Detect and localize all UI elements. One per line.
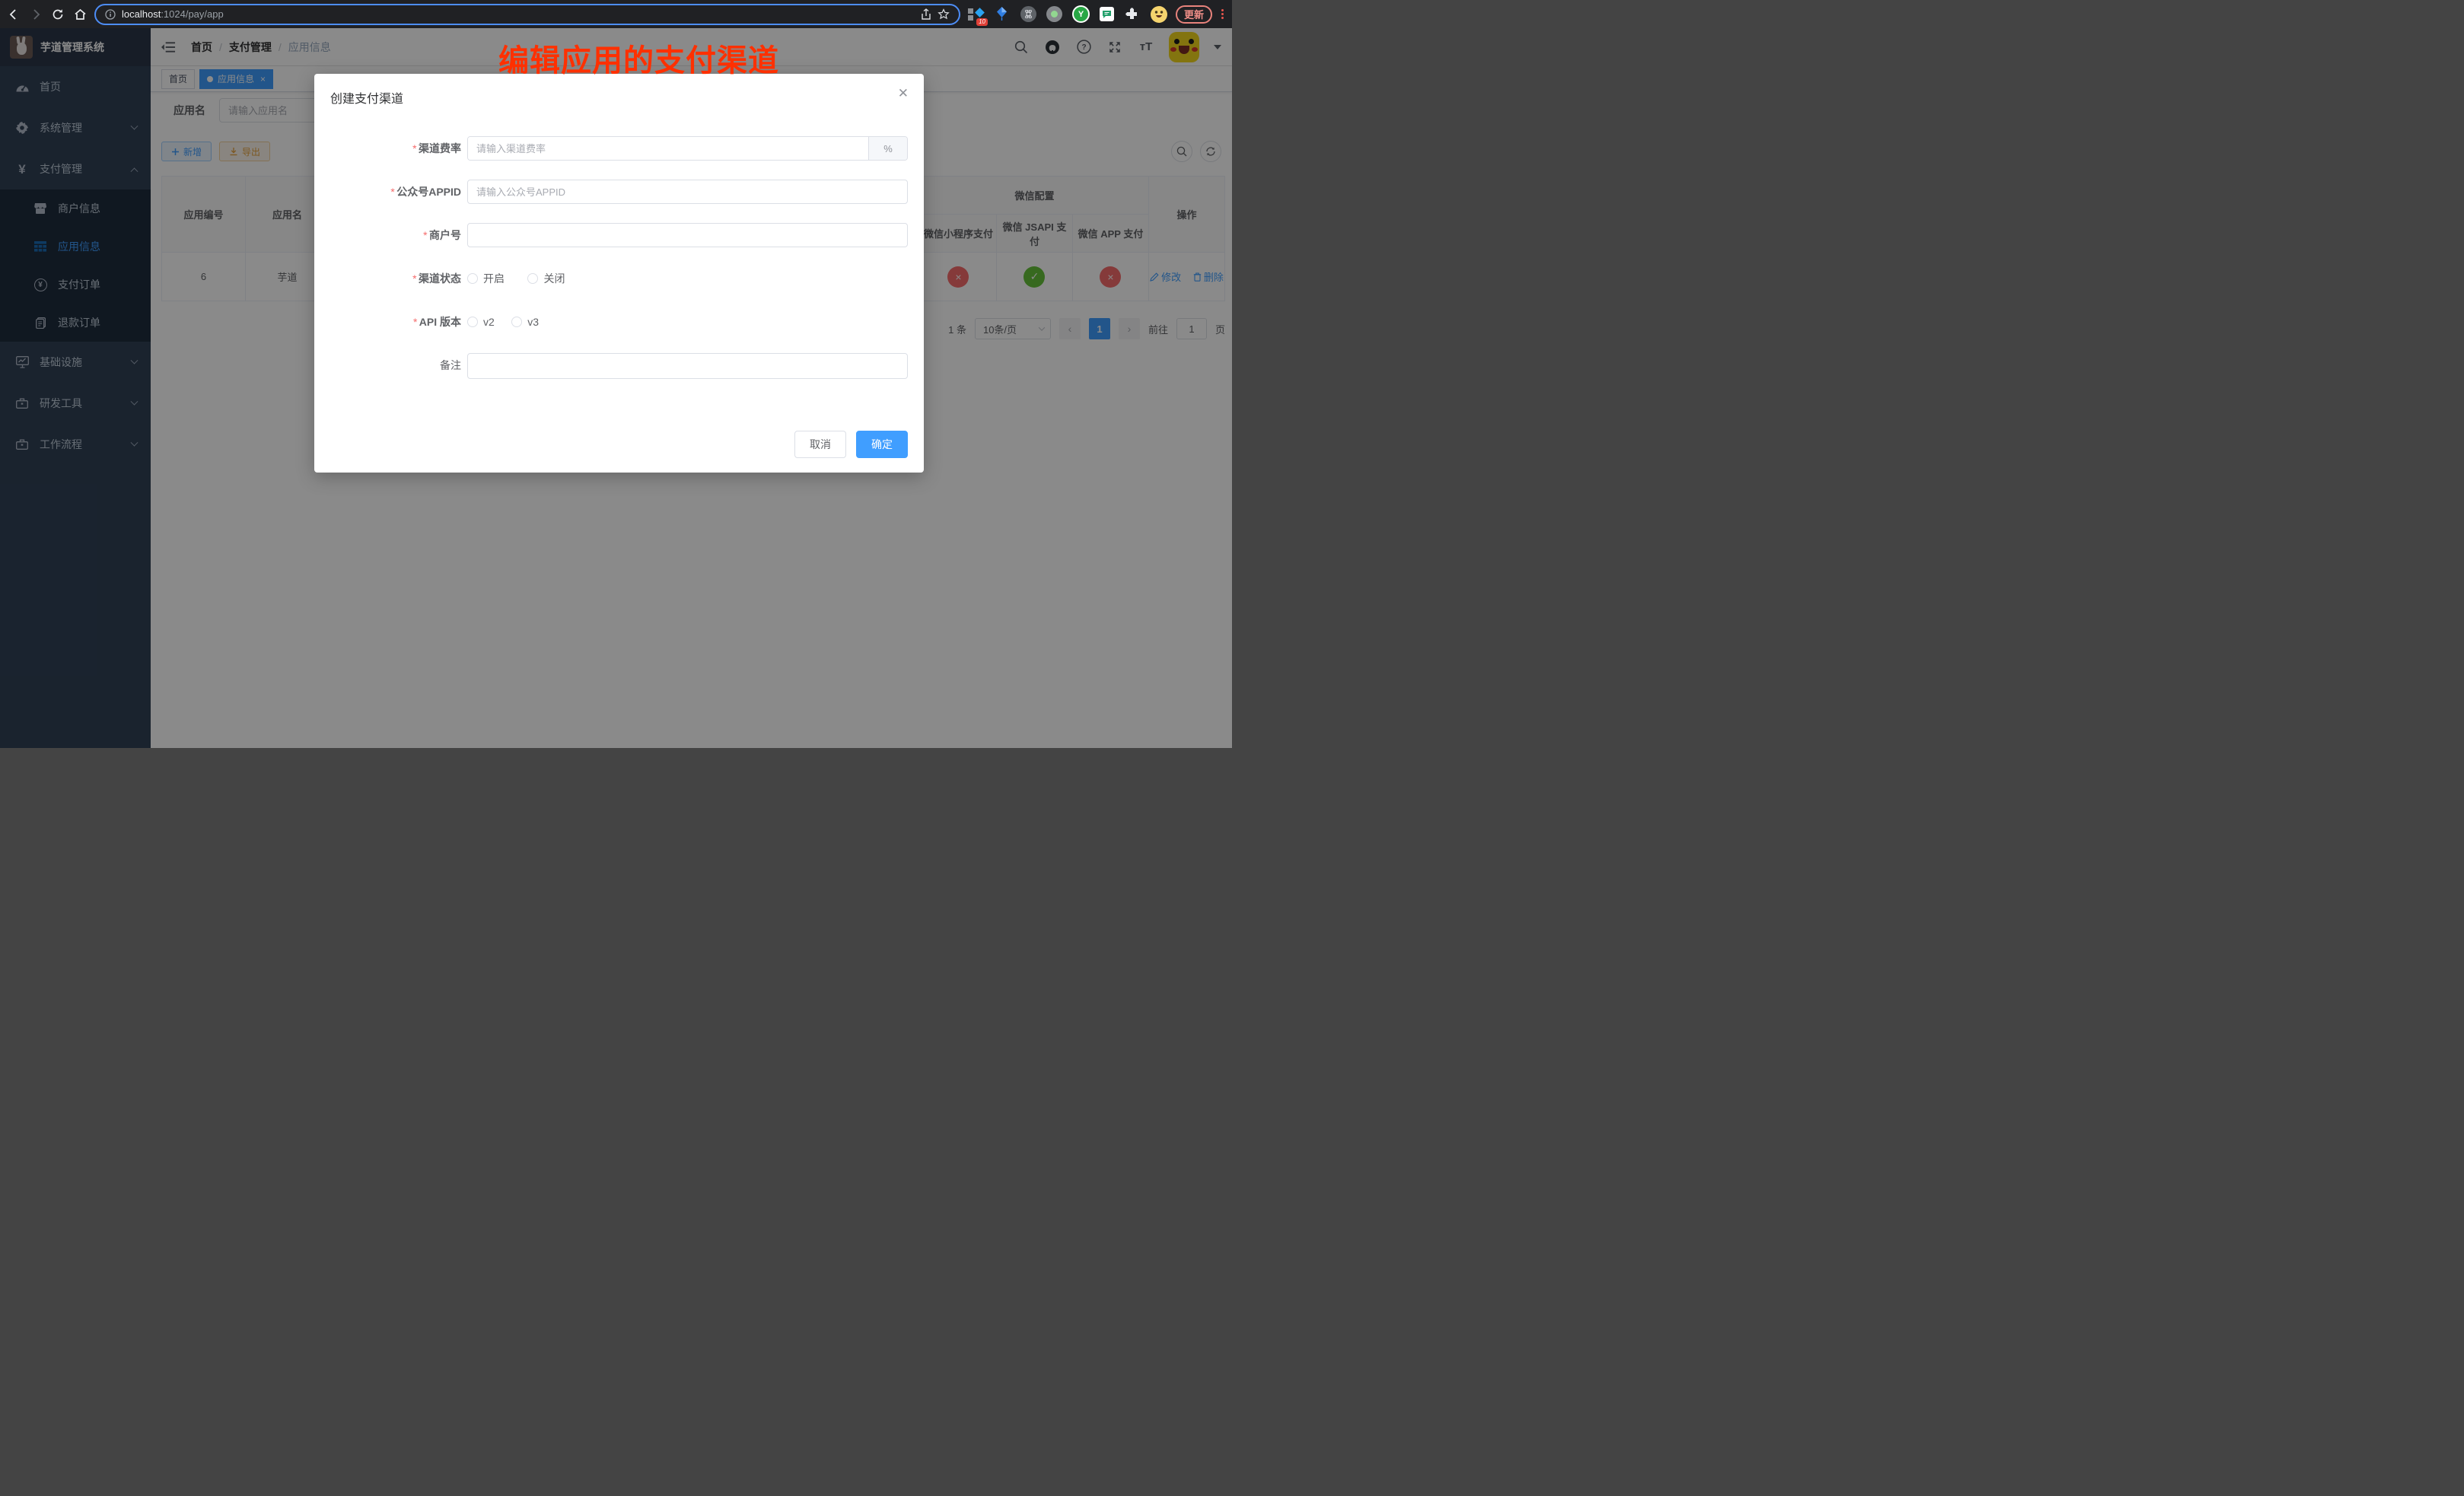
extension-tabs-icon[interactable]: 10 [967,6,984,23]
dialog-form: *渠道费率 % *公众号APPID *商户号 *渠道状态 开启 [314,136,924,396]
extensions-puzzle-icon[interactable] [1124,6,1141,23]
form-row-rate: *渠道费率 % [314,136,924,161]
extension-badge: 10 [976,18,988,26]
url-text: localhost:1024/pay/app [122,8,915,20]
remark-input[interactable] [467,353,908,379]
status-close-radio[interactable]: 关闭 [527,266,565,291]
extension-command-icon[interactable] [1020,6,1036,22]
site-info-icon[interactable] [105,9,116,20]
radio-circle-icon [467,317,478,327]
browser-home-icon[interactable] [72,7,88,22]
share-icon[interactable] [921,8,931,21]
bookmark-star-icon[interactable] [938,8,950,21]
radio-circle-icon [527,273,538,284]
create-channel-dialog: 创建支付渠道 ✕ *渠道费率 % *公众号APPID *商户号 [314,74,924,473]
appid-input[interactable] [467,180,908,204]
profile-avatar-icon[interactable] [1151,6,1167,23]
extension-chat-icon[interactable] [1100,7,1114,21]
dialog-footer: 取消 确定 [794,431,908,458]
extension-kite-icon[interactable] [994,6,1011,23]
rate-input[interactable] [468,137,868,160]
status-open-radio[interactable]: 开启 [467,266,505,291]
form-row-remark: 备注 [314,353,924,377]
cancel-button[interactable]: 取消 [794,431,846,458]
browser-forward-icon[interactable] [28,7,43,22]
api-v3-radio[interactable]: v3 [511,310,539,334]
browser-refresh-icon[interactable] [50,7,65,22]
annotation-text: 编辑应用的支付渠道 [498,36,779,80]
browser-extensions: 10 Y [967,5,1169,23]
browser-update-button[interactable]: 更新 [1176,5,1212,24]
radio-circle-icon [467,273,478,284]
form-row-status: *渠道状态 开启 关闭 [314,266,924,291]
form-row-mchid: *商户号 [314,223,924,247]
form-row-api: *API 版本 v2 v3 [314,310,924,334]
percent-append: % [868,137,907,160]
api-v2-radio[interactable]: v2 [467,310,495,334]
confirm-button[interactable]: 确定 [856,431,908,458]
extension-dot-icon[interactable] [1046,6,1062,22]
address-bar[interactable]: localhost:1024/pay/app [94,4,960,25]
radio-circle-icon [511,317,522,327]
close-icon[interactable]: ✕ [898,87,909,100]
page: localhost:1024/pay/app 10 Y 更新 [0,0,1232,748]
browser-back-icon[interactable] [6,7,21,22]
merchant-id-input[interactable] [467,223,908,247]
extension-y-icon[interactable]: Y [1072,5,1090,23]
browser-menu-icon[interactable] [1219,9,1226,19]
form-row-appid: *公众号APPID [314,180,924,204]
dialog-title: 创建支付渠道 [330,88,403,107]
browser-bar: localhost:1024/pay/app 10 Y 更新 [0,0,1232,28]
